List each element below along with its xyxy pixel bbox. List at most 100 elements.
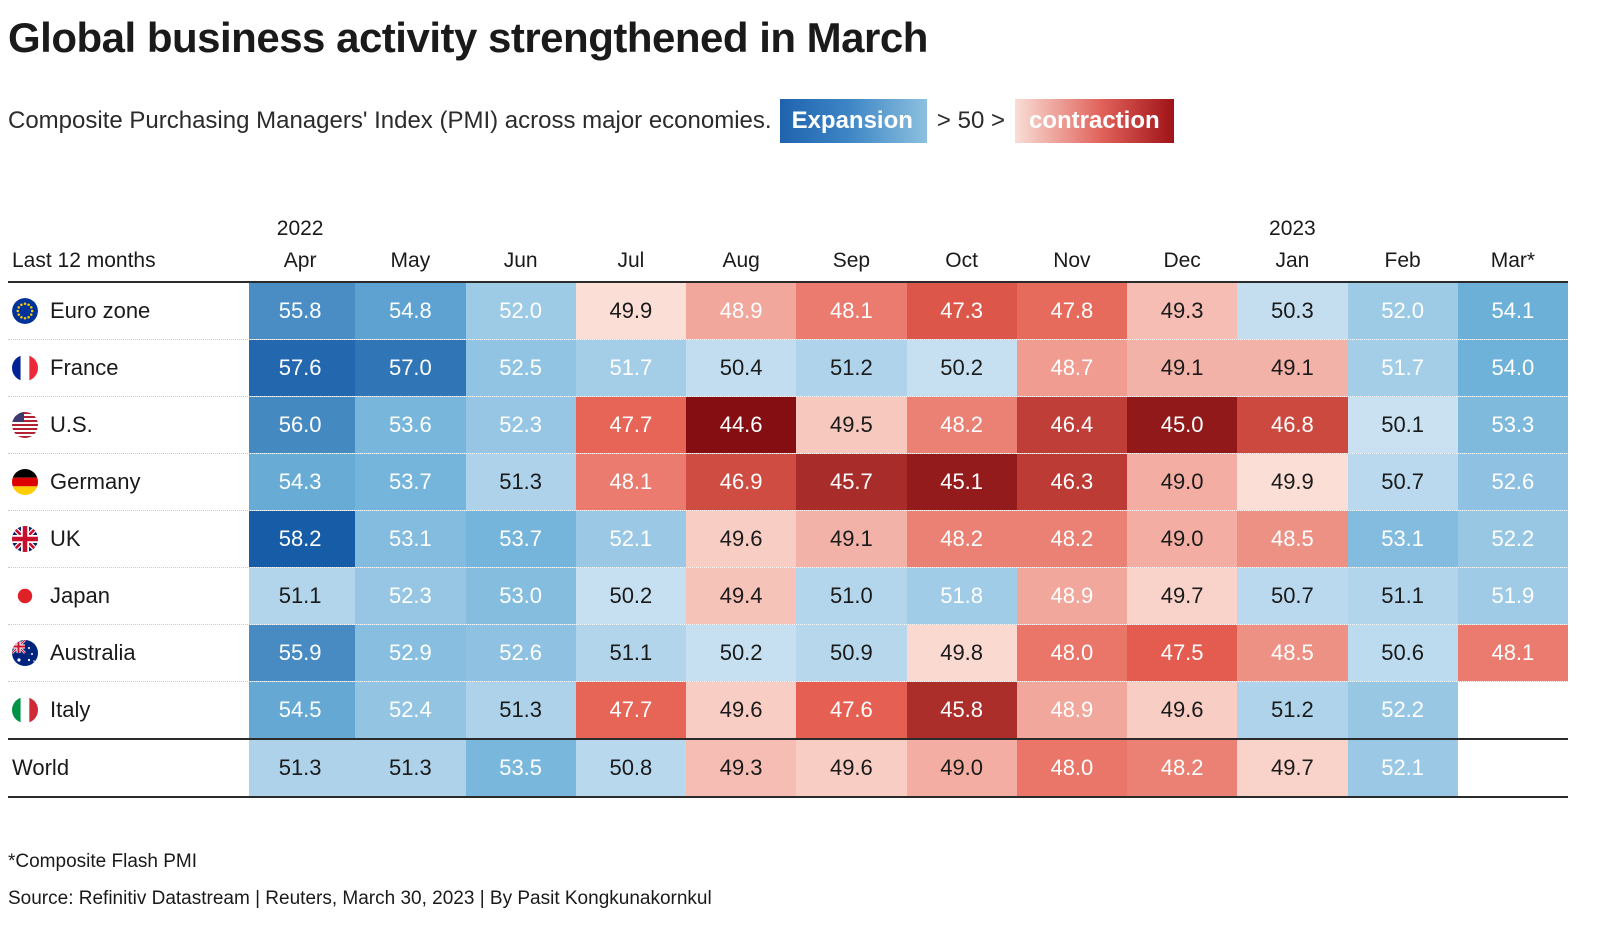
row-label-japan: Japan (12, 568, 249, 624)
heatmap-cell: 47.6 (796, 682, 907, 738)
page-title: Global business activity strengthened in… (8, 14, 928, 61)
row-label-germany: Germany (12, 454, 249, 510)
heatmap-cell: 49.1 (1237, 340, 1348, 396)
heatmap-cell: 54.8 (355, 283, 466, 339)
heatmap-cell: 49.8 (906, 625, 1017, 681)
heatmap-cell: 48.2 (906, 397, 1017, 453)
heatmap-cell: 49.6 (1127, 682, 1238, 738)
heatmap-cell: 46.8 (1237, 397, 1348, 453)
table-row: Euro zone 55.8 54.8 52.0 49.9 48.9 48.1 47.3 47.… (8, 283, 1568, 340)
chart-subtitle: Composite Purchasing Managers' Index (PM… (8, 107, 772, 134)
row-cells: 57.6 57.0 52.5 51.7 50.4 51.2 50.2 48.7 49.1 49.1… (245, 340, 1568, 396)
heatmap-cell: 50.1 (1347, 397, 1458, 453)
row-label-italy: Italy (12, 682, 249, 738)
heatmap-cell: 49.1 (1127, 340, 1238, 396)
column-header-may: May (390, 249, 431, 272)
heatmap-cell: 48.0 (1016, 740, 1127, 796)
heatmap-cell: 50.2 (906, 340, 1017, 396)
heatmap-cell: 49.9 (1237, 454, 1348, 510)
table-row: World 51.3 51.3 53.5 50.8 49.3 49.6 49.0 48.0 48.… (8, 738, 1568, 798)
column-header-mar: Mar* (1490, 249, 1536, 272)
heatmap-cell: 48.2 (1016, 511, 1127, 567)
legend-contraction-swatch: contraction (1014, 99, 1174, 143)
column-header-jul: Jul (617, 249, 645, 272)
row-name: U.S. (50, 412, 93, 437)
heatmap-cell: 48.7 (1016, 340, 1127, 396)
table-row: Japan 51.1 52.3 53.0 50.2 49.4 51.0 51.8 48.9 49.… (8, 568, 1568, 625)
heatmap-cell: 50.3 (1237, 283, 1348, 339)
heatmap-cell: 54.3 (245, 454, 356, 510)
heatmap-cell: 53.6 (355, 397, 466, 453)
heatmap-cell: 51.1 (1347, 568, 1458, 624)
heatmap-cell: 45.8 (906, 682, 1017, 738)
chart-page: Global business activity strengthened in… (0, 0, 1600, 936)
heatmap-cell: 49.9 (575, 283, 686, 339)
row-name: Japan (50, 583, 110, 608)
column-header-aug: Aug (722, 249, 760, 272)
heatmap-cell: 52.3 (355, 568, 466, 624)
row-cells: 56.0 53.6 52.3 47.7 44.6 49.5 48.2 46.4 45.0 46.8… (245, 397, 1568, 453)
heatmap-cell: 52.6 (465, 625, 576, 681)
heatmap-cell: 45.0 (1127, 397, 1238, 453)
table-row: UK 58.2 53.1 53.7 52.1 49.6 49.1 48.2 48.2 49.0 48… (8, 511, 1568, 568)
row-name: Euro zone (50, 298, 151, 323)
heatmap-cell: 46.3 (1016, 454, 1127, 510)
heatmap-cell: 52.3 (465, 397, 576, 453)
germany-flag-icon (12, 469, 38, 495)
heatmap-cell: 50.9 (796, 625, 907, 681)
heatmap-cell: 45.1 (906, 454, 1017, 510)
row-header-label: Last 12 months (12, 249, 156, 272)
table-body: Euro zone 55.8 54.8 52.0 49.9 48.9 48.1 47.3 47.… (8, 283, 1568, 798)
heatmap-cell: 51.8 (906, 568, 1017, 624)
heatmap-cell: 49.6 (686, 511, 797, 567)
heatmap-cell: 52.2 (1457, 511, 1568, 567)
heatmap-cell: 52.6 (1457, 454, 1568, 510)
row-label-euro-zone: Euro zone (12, 283, 249, 339)
heatmap-cell: 49.3 (686, 740, 797, 796)
heatmap-cell: 52.1 (1347, 740, 1458, 796)
heatmap-cell (1457, 740, 1568, 796)
heatmap-cell: 45.7 (796, 454, 907, 510)
heatmap-cell: 52.1 (575, 511, 686, 567)
row-cells: 51.3 51.3 53.5 50.8 49.3 49.6 49.0 48.0 48.2 49.7… (245, 740, 1568, 796)
heatmap-cell: 49.6 (686, 682, 797, 738)
column-header-dec: Dec (1163, 249, 1201, 272)
heatmap-cell: 48.1 (1457, 625, 1568, 681)
heatmap-cell: 52.2 (1347, 682, 1458, 738)
column-header-jun: Jun (503, 249, 538, 272)
heatmap-cell: 48.1 (575, 454, 686, 510)
uk-flag-icon (12, 526, 38, 552)
heatmap-cell: 55.8 (245, 283, 356, 339)
heatmap-cell: 53.1 (355, 511, 466, 567)
row-label-australia: Australia (12, 625, 249, 681)
row-name: Australia (50, 640, 136, 665)
color-legend: Expansion > 50 > contraction (779, 99, 1174, 143)
heatmap-cell: 49.5 (796, 397, 907, 453)
heatmap-cell: 51.3 (245, 740, 356, 796)
italy-flag-icon (12, 697, 38, 723)
row-name: World (12, 755, 70, 780)
heatmap-cell: 49.0 (906, 740, 1017, 796)
heatmap-cell: 55.9 (245, 625, 356, 681)
row-label-world: World (12, 740, 249, 796)
legend-contraction-label: contraction (1028, 107, 1160, 134)
australia-flag-icon (12, 640, 38, 666)
heatmap-cell: 47.8 (1016, 283, 1127, 339)
legend-expansion-swatch: Expansion (779, 99, 927, 143)
heatmap-cell: 50.6 (1347, 625, 1458, 681)
heatmap-cell: 48.2 (1127, 740, 1238, 796)
usa-flag-icon (12, 412, 38, 438)
table-row: France 57.6 57.0 52.5 51.7 50.4 51.2 50.2 48.7 49… (8, 340, 1568, 397)
year-label-2022: 2022 (276, 217, 324, 240)
row-cells: 58.2 53.1 53.7 52.1 49.6 49.1 48.2 48.2 49.0 48.5… (245, 511, 1568, 567)
heatmap-cell: 48.9 (1016, 568, 1127, 624)
japan-flag-icon (12, 583, 38, 609)
heatmap-cell: 51.7 (1347, 340, 1458, 396)
heatmap-cell: 44.6 (686, 397, 797, 453)
heatmap-cell (1457, 682, 1568, 738)
heatmap-cell: 49.0 (1127, 511, 1238, 567)
heatmap-cell: 52.0 (465, 283, 576, 339)
heatmap-cell: 48.2 (906, 511, 1017, 567)
heatmap-cell: 51.1 (575, 625, 686, 681)
row-label-france: France (12, 340, 249, 396)
